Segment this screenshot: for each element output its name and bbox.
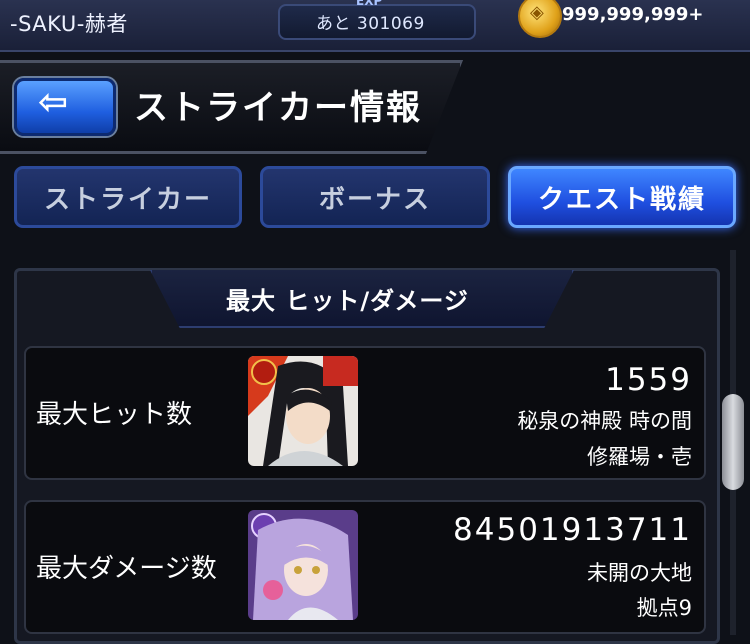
max-hit-label: 最大ヒット数 bbox=[36, 400, 193, 430]
max-damage-label: 最大ダメージ数 bbox=[36, 554, 217, 584]
tab-striker[interactable]: ストライカー bbox=[14, 166, 242, 228]
back-arrow-icon[interactable]: ⇦ bbox=[38, 82, 68, 123]
character-portrait[interactable] bbox=[248, 510, 358, 620]
max-damage-value: 84501913711 bbox=[453, 512, 692, 548]
tab-bonus[interactable]: ボーナス bbox=[260, 166, 490, 228]
max-hit-quest: 秘泉の神殿 時の間 bbox=[517, 409, 692, 433]
section-title: 最大 ヒット/ダメージ bbox=[226, 287, 469, 315]
exp-remaining: あと 301069 bbox=[316, 14, 425, 34]
player-name: -SAKU-赫者 bbox=[10, 12, 128, 36]
max-hit-stage: 修羅場・壱 bbox=[587, 445, 692, 469]
coin-count: 999,999,999+ bbox=[562, 4, 704, 25]
max-damage-stage: 拠点9 bbox=[636, 596, 692, 620]
coin-mark-icon: ◈ bbox=[530, 2, 544, 23]
max-hit-value: 1559 bbox=[605, 362, 692, 398]
max-damage-quest: 未開の大地 bbox=[587, 561, 692, 585]
tab-quest-record[interactable]: クエスト戦績 bbox=[508, 166, 736, 228]
scroll-thumb[interactable] bbox=[722, 394, 744, 490]
exp-label: EXP bbox=[356, 0, 383, 8]
page-title: ストライカー情報 bbox=[134, 88, 422, 128]
character-portrait[interactable] bbox=[248, 356, 358, 466]
